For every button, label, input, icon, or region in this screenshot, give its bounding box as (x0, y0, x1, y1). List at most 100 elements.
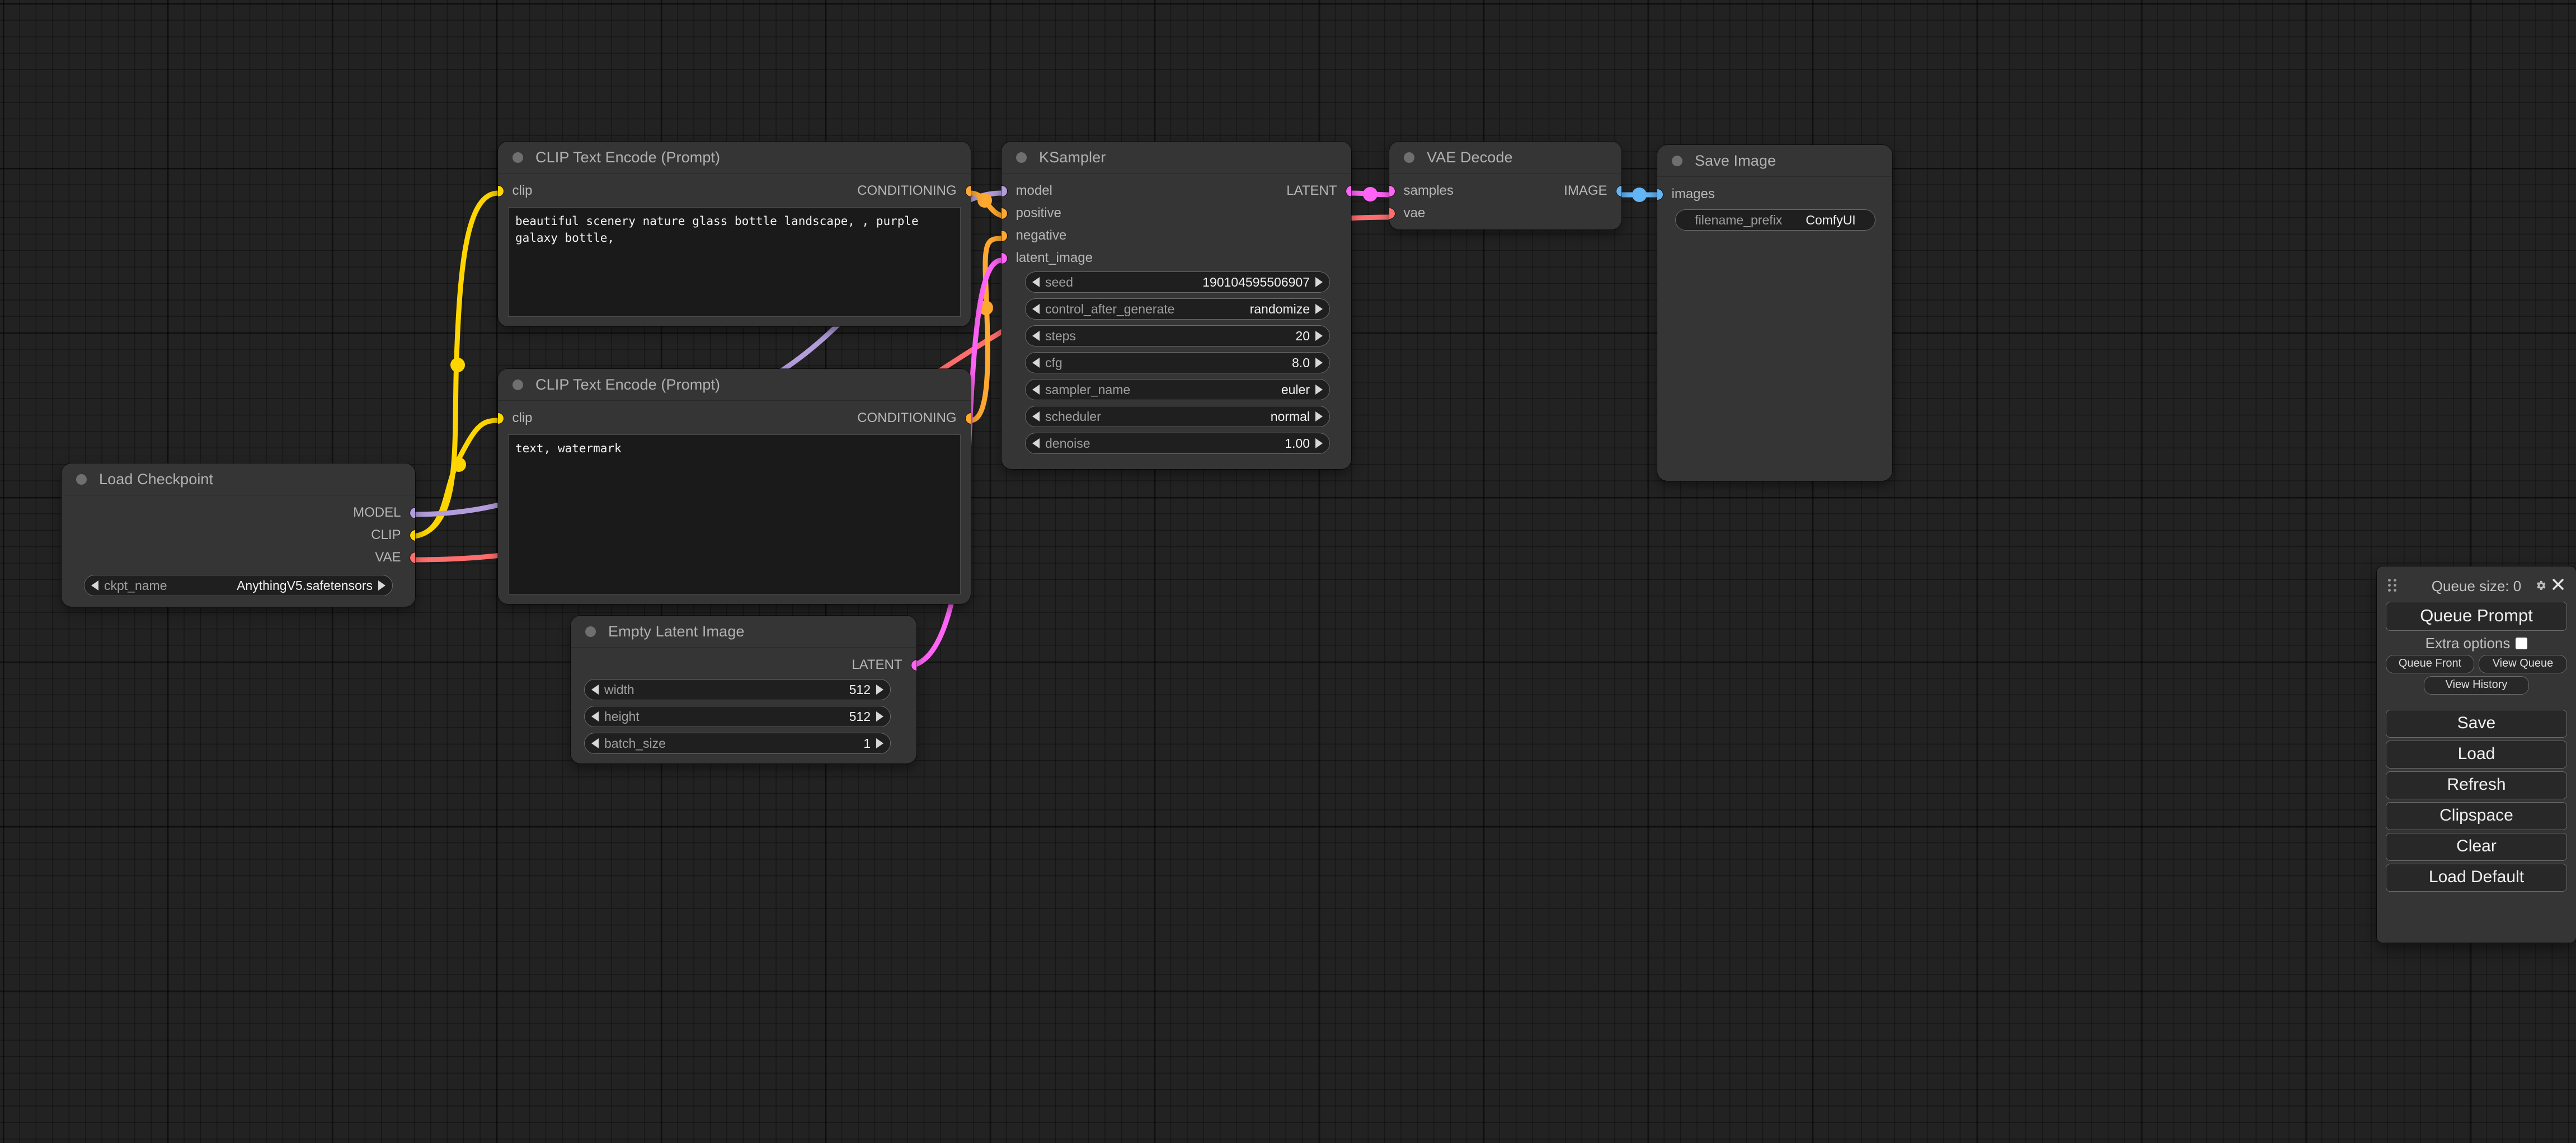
increment-arrow-icon[interactable] (1315, 411, 1323, 421)
decrement-arrow-icon[interactable] (1032, 277, 1040, 287)
increment-arrow-icon[interactable] (876, 738, 883, 748)
input-slot-negative[interactable]: negative (1002, 227, 1066, 244)
decrement-arrow-icon[interactable] (1032, 358, 1040, 368)
widget-width[interactable]: width 512 (584, 679, 891, 700)
node-vae-decode[interactable]: VAE Decode samples vae IMAGE (1389, 142, 1621, 229)
output-slot-latent[interactable]: LATENT (1286, 182, 1351, 199)
slot-dot-clip[interactable] (410, 530, 415, 541)
node-title-bar[interactable]: Load Checkpoint (62, 463, 415, 495)
slot-dot-images[interactable] (1657, 189, 1663, 200)
node-title-bar[interactable]: Save Image (1657, 145, 1892, 177)
widget-value-steps[interactable]: 20 (1295, 329, 1310, 344)
widget-scheduler[interactable]: scheduler normal (1025, 406, 1330, 427)
widget-value-filename-prefix[interactable]: ComfyUI (1806, 213, 1855, 228)
widget-height[interactable]: height 512 (584, 706, 891, 727)
close-icon[interactable] (2551, 578, 2565, 591)
output-slot-clip[interactable]: CLIP (371, 527, 415, 544)
comfy-menu-panel[interactable]: Queue size: 0 Queue Prompt Extra options… (2377, 566, 2576, 943)
refresh-button[interactable]: Refresh (2386, 771, 2567, 799)
decrement-arrow-icon[interactable] (91, 580, 98, 591)
decrement-arrow-icon[interactable] (1032, 304, 1040, 314)
output-slot-conditioning[interactable]: CONDITIONING (857, 182, 971, 199)
load-default-button[interactable]: Load Default (2386, 864, 2567, 892)
widget-ckpt-name[interactable]: ckpt_name AnythingV5.safetensors (84, 575, 393, 596)
node-title-bar[interactable]: CLIP Text Encode (Prompt) (498, 369, 971, 401)
input-slot-images[interactable]: images (1657, 186, 1715, 203)
clipspace-button[interactable]: Clipspace (2386, 802, 2567, 830)
increment-arrow-icon[interactable] (1315, 358, 1323, 368)
output-slot-image[interactable]: IMAGE (1564, 182, 1621, 199)
slot-dot-negative[interactable] (1002, 230, 1007, 241)
collapse-dot-icon[interactable] (1672, 155, 1682, 166)
input-slot-samples[interactable]: samples (1389, 182, 1454, 199)
gear-icon[interactable] (2535, 579, 2547, 592)
queue-front-button[interactable]: Queue Front (2386, 655, 2474, 673)
increment-arrow-icon[interactable] (1315, 277, 1323, 287)
slot-dot-clip[interactable] (498, 413, 504, 424)
input-slot-vae[interactable]: vae (1389, 205, 1425, 222)
slot-dot-latent[interactable] (911, 659, 916, 671)
slot-dot-positive[interactable] (1002, 208, 1007, 219)
increment-arrow-icon[interactable] (876, 711, 883, 722)
widget-value-ckpt-name[interactable]: AnythingV5.safetensors (237, 578, 373, 593)
decrement-arrow-icon[interactable] (1032, 411, 1040, 421)
node-load-checkpoint[interactable]: Load Checkpoint MODEL CLIP VAE ckpt_name… (62, 463, 415, 607)
decrement-arrow-icon[interactable] (1032, 438, 1040, 448)
node-clip-text-encode-positive[interactable]: CLIP Text Encode (Prompt) clip CONDITION… (498, 142, 971, 326)
slot-dot-latent[interactable] (1346, 185, 1351, 196)
view-history-button[interactable]: View History (2424, 676, 2529, 695)
input-slot-positive[interactable]: positive (1002, 205, 1061, 222)
slot-dot-model[interactable] (410, 507, 415, 518)
view-queue-button[interactable]: View Queue (2479, 655, 2567, 673)
slot-dot-conditioning[interactable] (965, 413, 971, 424)
collapse-dot-icon[interactable] (76, 474, 87, 485)
increment-arrow-icon[interactable] (876, 685, 883, 695)
node-clip-text-encode-negative[interactable]: CLIP Text Encode (Prompt) clip CONDITION… (498, 369, 971, 604)
node-ksampler[interactable]: KSampler model positive negative latent_… (1002, 142, 1351, 469)
decrement-arrow-icon[interactable] (591, 738, 599, 748)
collapse-dot-icon[interactable] (1404, 152, 1414, 163)
drag-handle-icon[interactable] (2388, 579, 2397, 592)
queue-prompt-button[interactable]: Queue Prompt (2386, 602, 2567, 631)
output-slot-conditioning[interactable]: CONDITIONING (857, 410, 971, 427)
increment-arrow-icon[interactable] (1315, 385, 1323, 395)
widget-cfg[interactable]: cfg 8.0 (1025, 352, 1330, 373)
node-title-bar[interactable]: VAE Decode (1389, 142, 1621, 174)
extra-options-row[interactable]: Extra options (2386, 635, 2567, 652)
decrement-arrow-icon[interactable] (591, 685, 599, 695)
widget-value-cfg[interactable]: 8.0 (1292, 355, 1310, 371)
widget-steps[interactable]: steps 20 (1025, 325, 1330, 346)
output-slot-model[interactable]: MODEL (353, 504, 415, 521)
increment-arrow-icon[interactable] (378, 580, 386, 591)
input-slot-clip[interactable]: clip (498, 410, 533, 427)
widget-sampler-name[interactable]: sampler_name euler (1025, 379, 1330, 400)
graph-canvas[interactable]: Load Checkpoint MODEL CLIP VAE ckpt_name… (0, 0, 2576, 1143)
extra-options-checkbox[interactable] (2516, 638, 2528, 649)
widget-denoise[interactable]: denoise 1.00 (1025, 433, 1330, 454)
slot-dot-samples[interactable] (1389, 185, 1395, 196)
decrement-arrow-icon[interactable] (1032, 385, 1040, 395)
widget-seed[interactable]: seed 190104595506907 (1025, 271, 1330, 293)
collapse-dot-icon[interactable] (513, 152, 523, 163)
prompt-textarea-positive[interactable]: beautiful scenery nature glass bottle la… (508, 207, 961, 317)
clear-button[interactable]: Clear (2386, 833, 2567, 861)
output-slot-latent[interactable]: LATENT (852, 657, 916, 673)
input-slot-model[interactable]: model (1002, 182, 1052, 199)
widget-value-width[interactable]: 512 (849, 682, 871, 697)
slot-dot-conditioning[interactable] (965, 185, 971, 196)
widget-value-denoise[interactable]: 1.00 (1285, 436, 1310, 451)
menu-header[interactable]: Queue size: 0 (2386, 573, 2567, 599)
increment-arrow-icon[interactable] (1315, 438, 1323, 448)
input-slot-latent-image[interactable]: latent_image (1002, 250, 1093, 266)
widget-batch-size[interactable]: batch_size 1 (584, 733, 891, 754)
collapse-dot-icon[interactable] (1016, 152, 1027, 163)
slot-dot-image[interactable] (1616, 185, 1621, 196)
widget-value-control-after-generate[interactable]: randomize (1250, 302, 1310, 317)
slot-dot-clip[interactable] (498, 185, 504, 196)
save-button[interactable]: Save (2386, 710, 2567, 738)
increment-arrow-icon[interactable] (1315, 304, 1323, 314)
slot-dot-vae[interactable] (410, 552, 415, 563)
prompt-textarea-negative[interactable]: text, watermark (508, 434, 961, 594)
node-save-image[interactable]: Save Image images filename_prefix ComfyU… (1657, 145, 1892, 481)
output-slot-vae[interactable]: VAE (375, 549, 415, 566)
